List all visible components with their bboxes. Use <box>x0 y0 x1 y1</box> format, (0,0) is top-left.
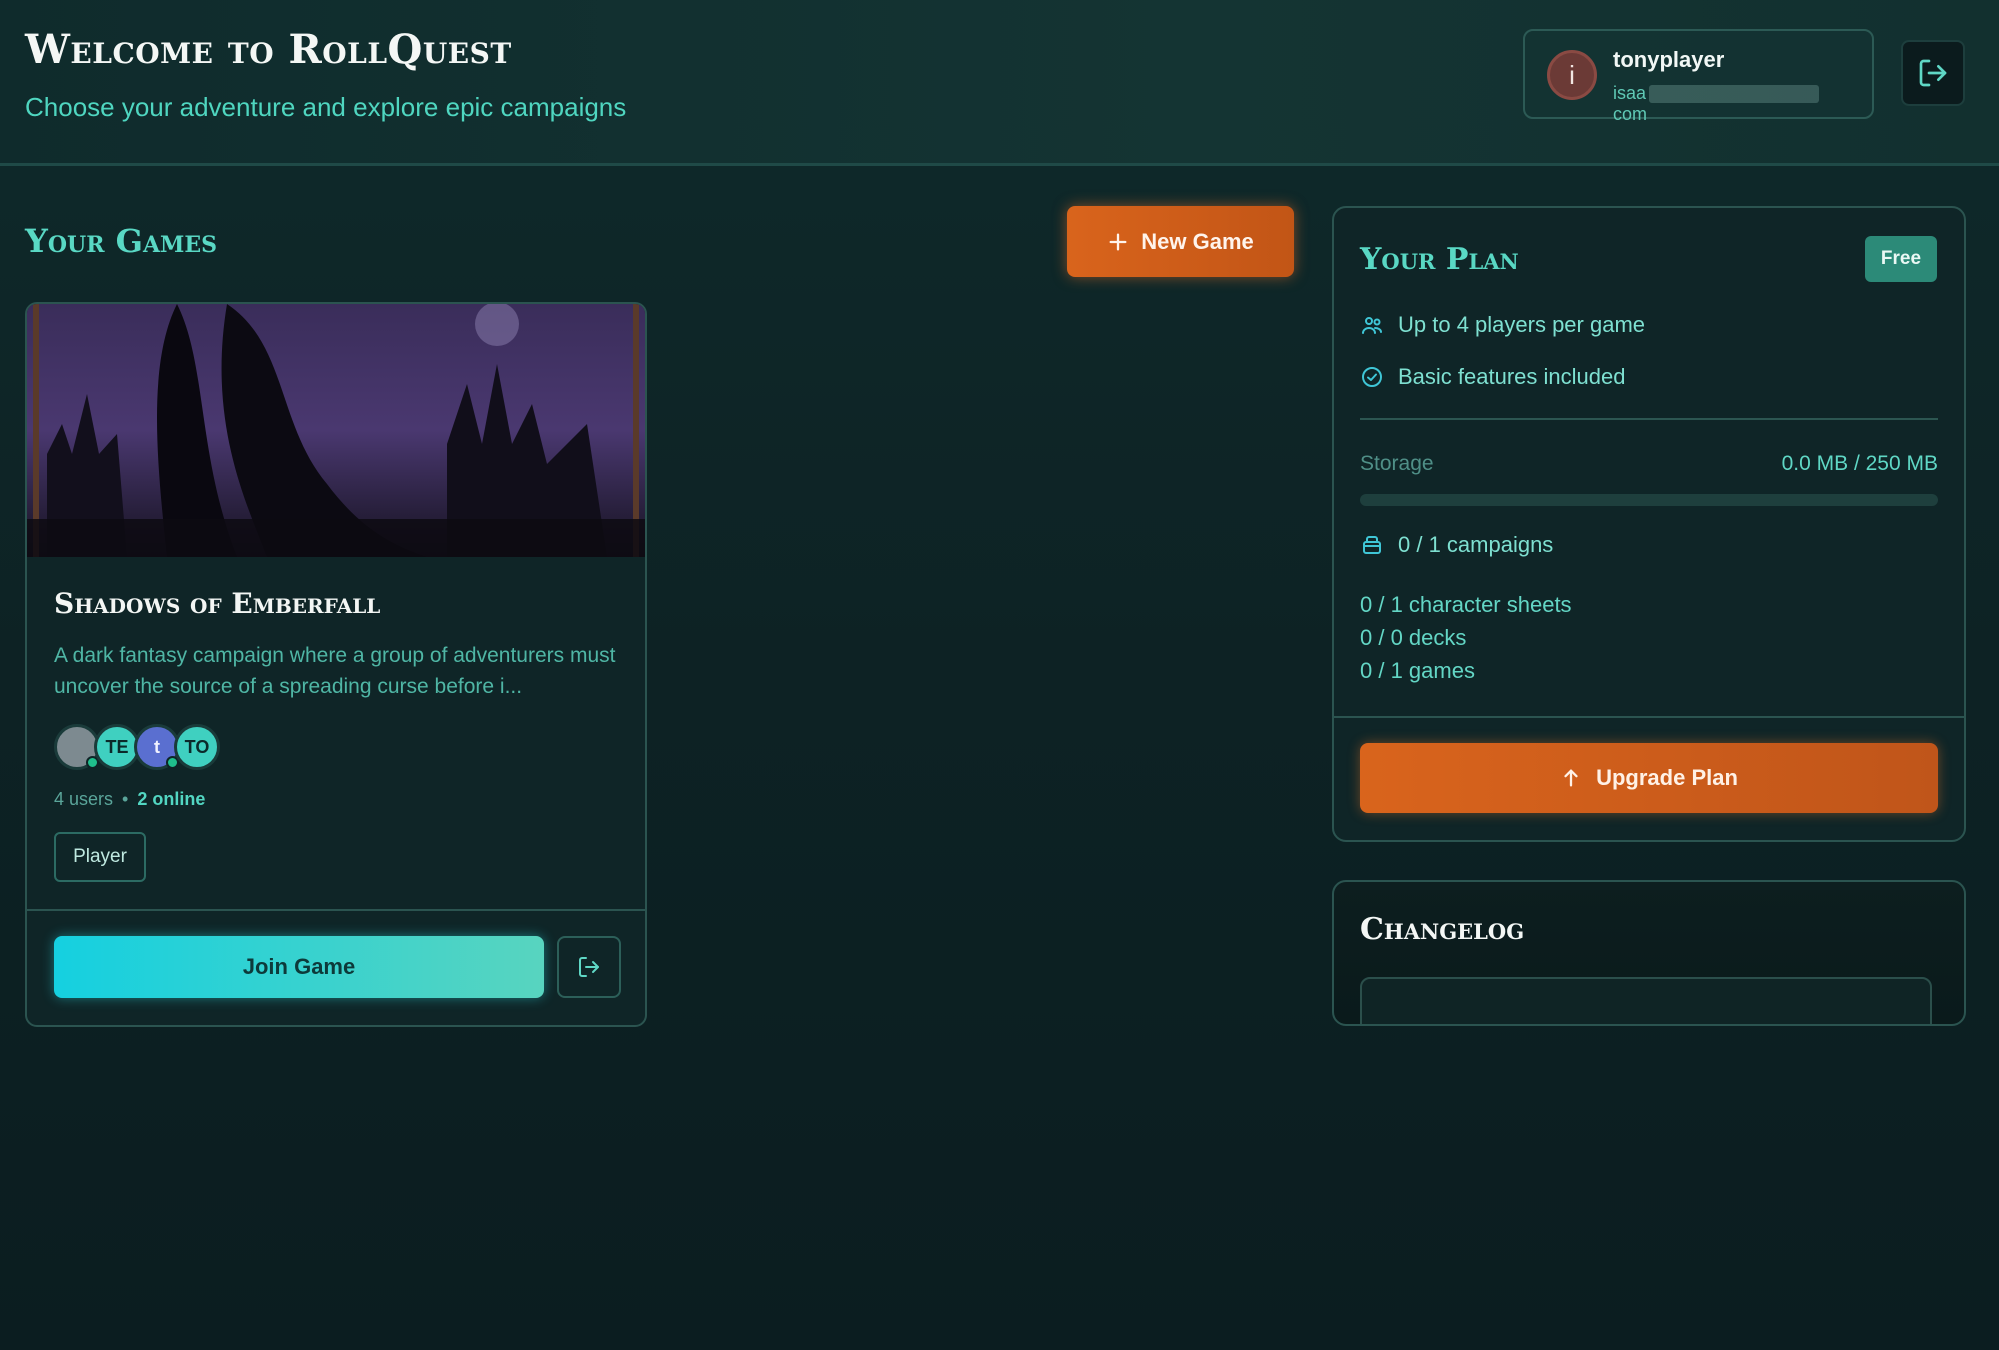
users-count: 4 users <box>54 789 114 809</box>
plan-stat-decks: 0 / 0 decks <box>1360 625 1467 650</box>
users-icon <box>1362 317 1382 334</box>
logout-icon <box>579 957 599 977</box>
avatar: i <box>1547 50 1597 100</box>
plan-bottom-divider <box>1334 716 1964 718</box>
arrow-up-icon <box>1564 769 1578 787</box>
changelog-card: Changelog <box>1332 880 1966 1026</box>
separator: • <box>122 789 129 809</box>
email-redaction <box>1649 85 1819 103</box>
changelog-title: Changelog <box>1360 912 1525 947</box>
storage-progress-bar <box>1360 494 1938 506</box>
upgrade-plan-button[interactable]: Upgrade Plan <box>1360 743 1938 813</box>
castle-illustration <box>27 304 645 557</box>
page-title: Welcome to RollQuest <box>25 26 512 73</box>
plan-stat-campaigns: 0 / 1 campaigns <box>1360 532 1553 558</box>
new-game-label: New Game <box>1141 228 1254 254</box>
storage-value: 0.0 MB / 250 MB <box>1781 452 1938 475</box>
player-avatar-4: TO <box>174 724 220 770</box>
user-profile-card[interactable]: i tonyplayer isaa com <box>1523 29 1874 124</box>
card-divider <box>27 909 645 911</box>
check-circle-icon <box>1362 367 1382 387</box>
plan-title: Your Plan <box>1360 242 1519 277</box>
plus-icon <box>1109 233 1127 250</box>
plan-divider <box>1360 418 1938 420</box>
plan-card: Your Plan Free Up to 4 players per game … <box>1332 206 1966 842</box>
user-email-start: isaa <box>1613 83 1647 103</box>
logout-button[interactable] <box>1901 40 1965 106</box>
changelog-entry[interactable] <box>1360 977 1932 1024</box>
plan-feature-players: Up to 4 players per game <box>1360 312 1645 338</box>
archive-icon <box>1363 536 1381 554</box>
user-name: tonyplayer <box>1613 47 1725 72</box>
page-subtitle: Choose your adventure and explore epic c… <box>25 92 627 122</box>
online-count: 2 online <box>137 789 206 809</box>
join-game-button[interactable]: Join Game <box>54 936 544 998</box>
game-description: A dark fantasy campaign where a group of… <box>54 644 616 698</box>
plan-feature-basic: Basic features included <box>1360 364 1625 390</box>
games-section-title: Your Games <box>25 222 218 260</box>
leave-game-button[interactable] <box>557 936 621 998</box>
user-email-end: com <box>1613 104 1648 124</box>
storage-label: Storage <box>1360 452 1434 475</box>
role-badge: Player <box>54 832 146 882</box>
plan-stat-character-sheets: 0 / 1 character sheets <box>1360 592 1572 617</box>
game-card[interactable]: Shadows of Emberfall A dark fantasy camp… <box>25 302 647 1027</box>
plan-badge: Free <box>1865 236 1937 282</box>
game-cover-image <box>27 304 645 557</box>
plan-stat-games: 0 / 1 games <box>1360 658 1475 683</box>
users-status: 4 users • 2 online <box>54 789 205 810</box>
page-header: Welcome to RollQuest Choose your adventu… <box>0 0 1999 166</box>
logout-icon <box>1919 59 1947 87</box>
new-game-button[interactable]: New Game <box>1067 206 1294 277</box>
game-title[interactable]: Shadows of Emberfall <box>54 587 380 620</box>
player-avatars: TE t TO <box>54 724 224 772</box>
